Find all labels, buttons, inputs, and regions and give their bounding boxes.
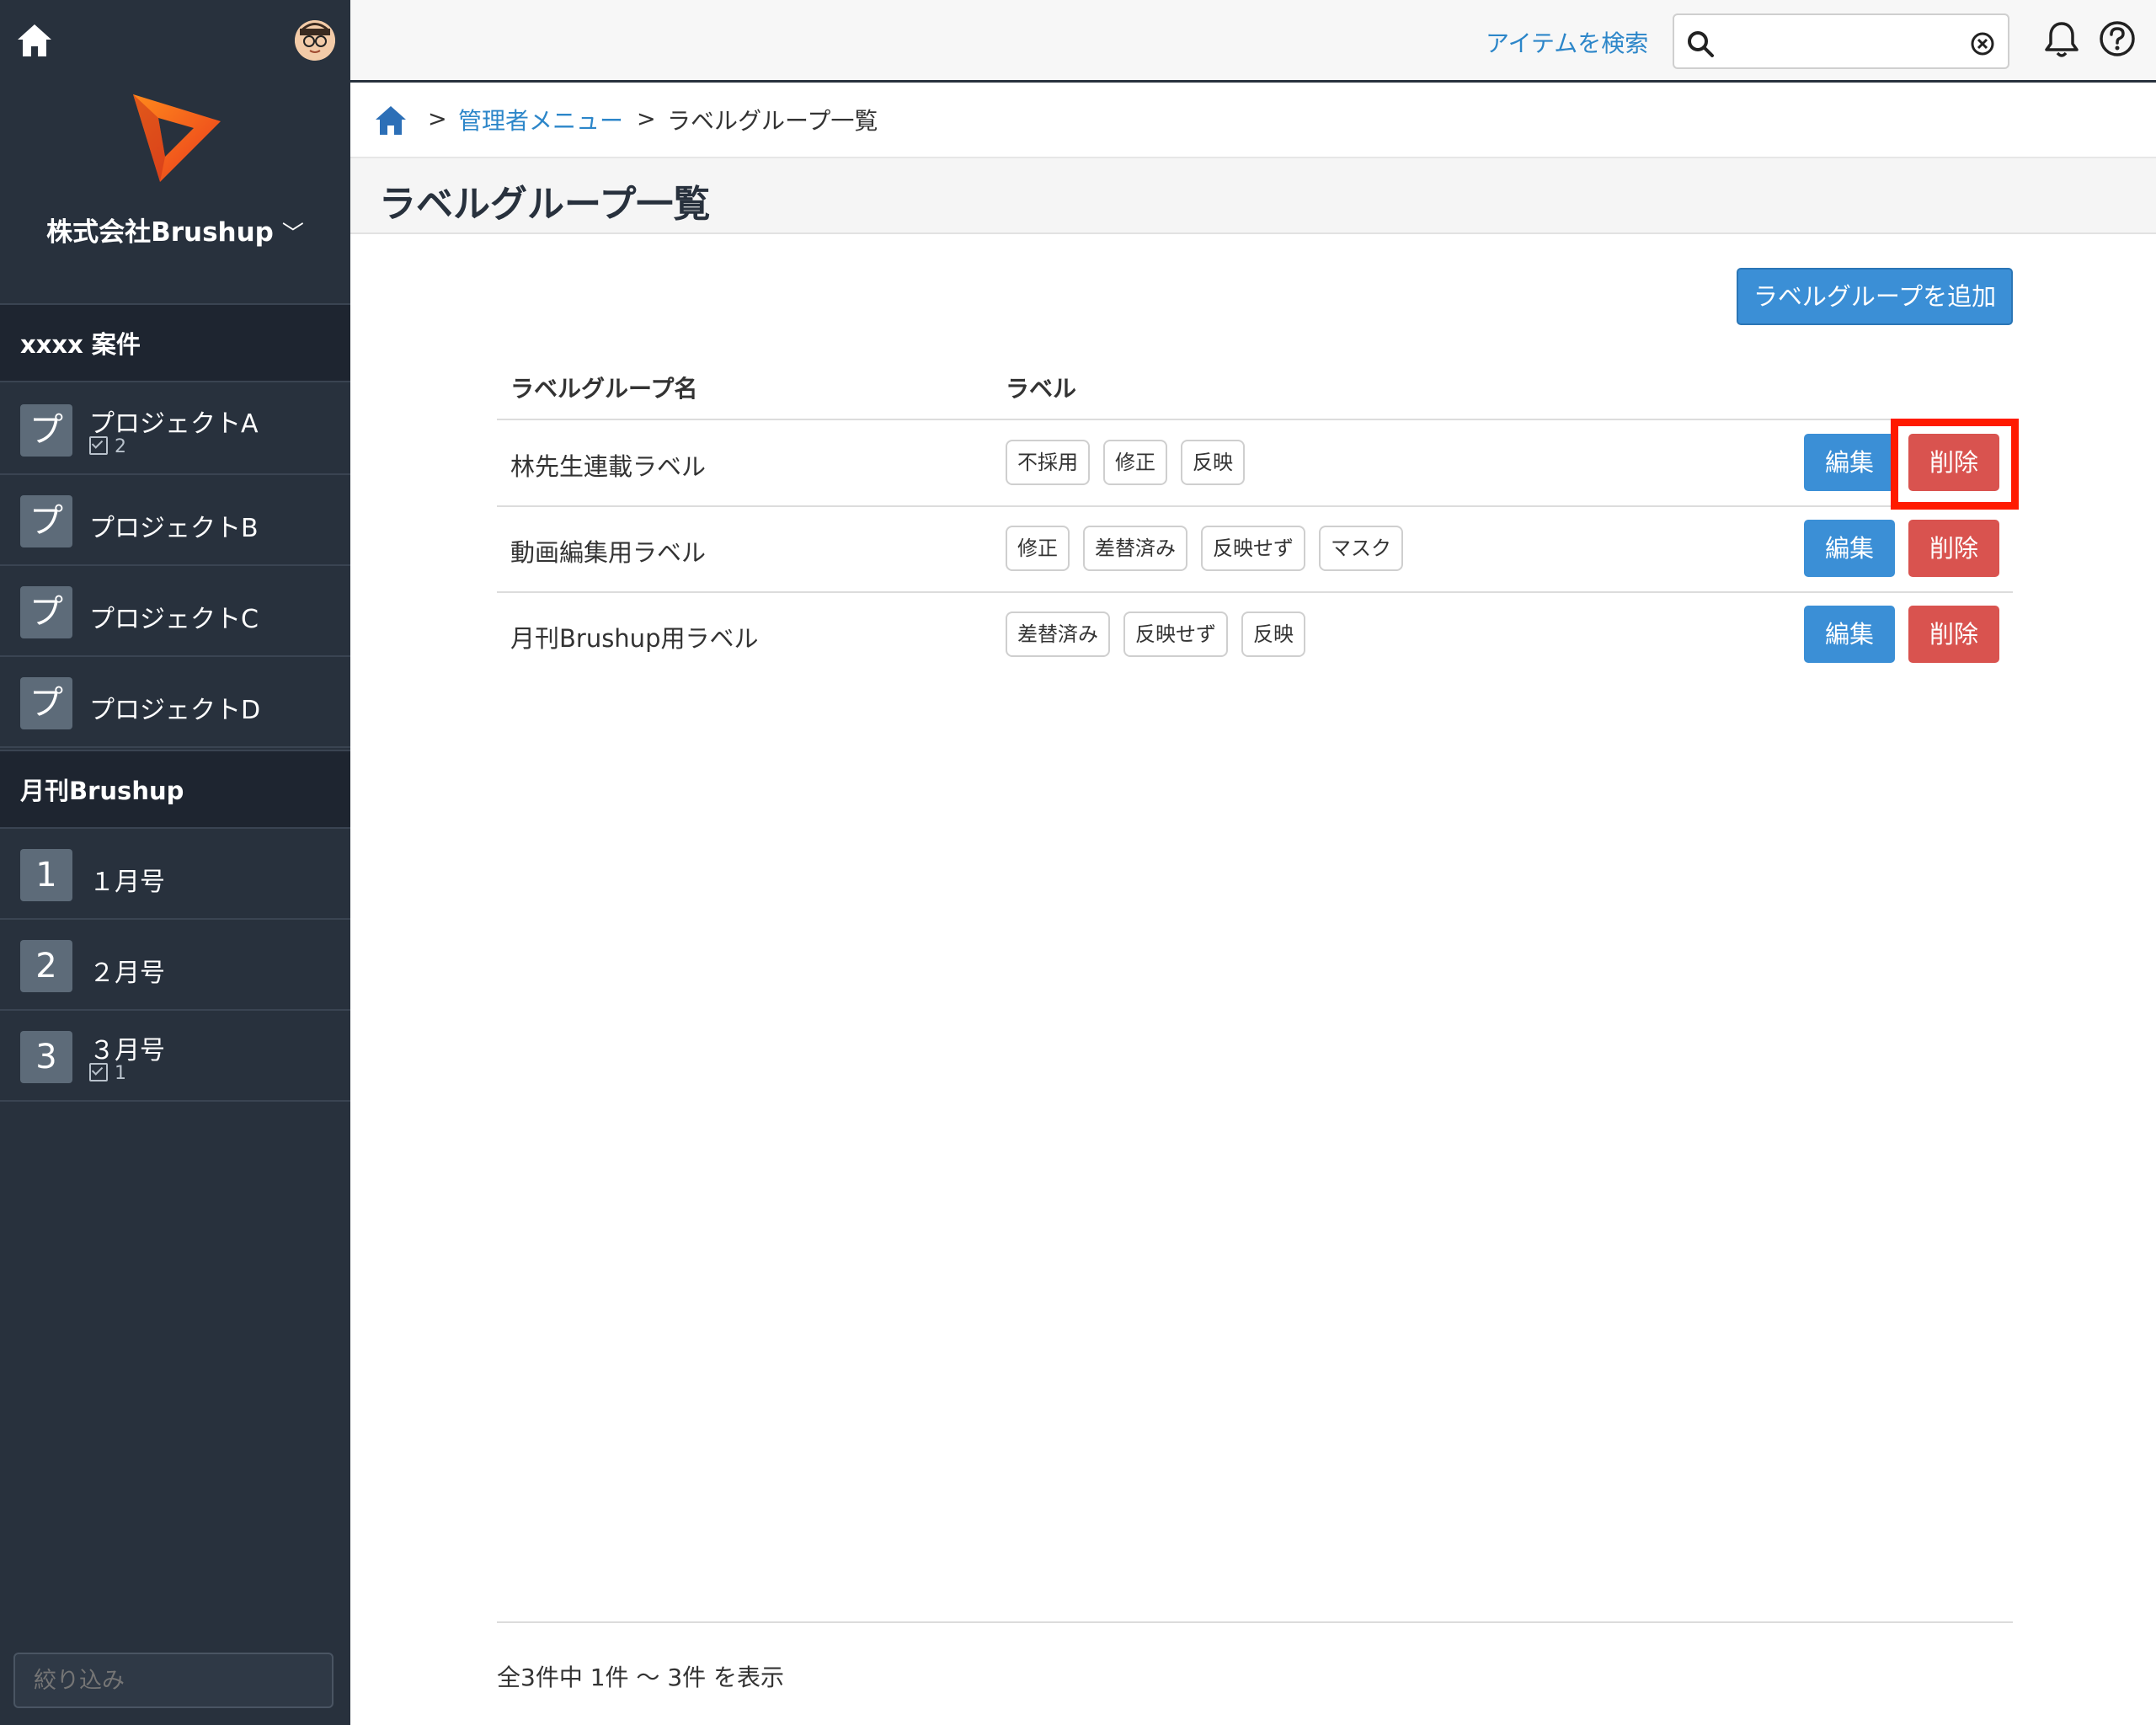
divider xyxy=(497,419,2013,420)
breadcrumb: > 管理者メニュー > ラベルグループ一覧 xyxy=(350,83,2156,158)
sidebar-item-label: プロジェクトC xyxy=(89,605,259,634)
sidebar: 株式会社Brushup ﹀ xxxx 案件 プ プロジェクトA 2 プ プロジェク… xyxy=(0,0,350,1725)
sidebar-item-project-a[interactable]: プ プロジェクトA 2 xyxy=(0,386,350,475)
sidebar-filter-input[interactable] xyxy=(13,1653,334,1708)
task-count: 1 xyxy=(89,1063,126,1084)
task-count: 2 xyxy=(89,436,126,457)
item-search-link[interactable]: アイテムを検索 xyxy=(1486,25,1648,59)
checkbox-icon xyxy=(89,436,108,455)
checkbox-icon xyxy=(89,1063,108,1081)
sidebar-item-label: ３月号 xyxy=(89,1036,165,1065)
label-tag: 反映せず xyxy=(1123,611,1228,657)
sidebar-group-title: 月刊Brushup xyxy=(0,750,350,829)
home-icon[interactable] xyxy=(374,104,408,136)
sidebar-item-label: プロジェクトA xyxy=(89,409,259,439)
project-icon: プ xyxy=(20,586,72,638)
page-title-bar: ラベルグループ一覧 xyxy=(350,158,2156,234)
label-group-name: 月刊Brushup用ラベル xyxy=(510,624,759,653)
help-icon[interactable] xyxy=(2099,20,2136,57)
sidebar-group-title: xxxx 案件 xyxy=(0,303,350,382)
sidebar-item-january[interactable]: 1 １月号 xyxy=(0,830,350,920)
sidebar-item-march[interactable]: 3 ３月号 1 xyxy=(0,1012,350,1102)
company-switcher[interactable]: 株式会社Brushup ﹀ xyxy=(0,211,350,248)
sidebar-item-label: １月号 xyxy=(89,868,165,897)
label-tag: マスク xyxy=(1319,526,1403,571)
divider xyxy=(497,505,2013,507)
delete-button[interactable]: 削除 xyxy=(1908,520,1999,577)
add-label-group-button[interactable]: ラベルグループを追加 xyxy=(1737,268,2013,325)
edit-button[interactable]: 編集 xyxy=(1804,606,1895,663)
project-icon: プ xyxy=(20,677,72,729)
top-bar: アイテムを検索 xyxy=(350,0,2156,83)
label-tag: 反映 xyxy=(1181,440,1245,485)
project-icon: プ xyxy=(20,495,72,547)
breadcrumb-separator: > xyxy=(637,106,656,132)
sidebar-item-project-b[interactable]: プ プロジェクトB xyxy=(0,477,350,566)
sidebar-item-label: プロジェクトD xyxy=(89,696,261,725)
sidebar-item-label: プロジェクトB xyxy=(89,514,259,543)
edit-button[interactable]: 編集 xyxy=(1804,520,1895,577)
divider xyxy=(497,591,2013,593)
label-tag: 不採用 xyxy=(1006,440,1090,485)
brushup-logo xyxy=(133,94,221,182)
user-avatar[interactable] xyxy=(295,20,335,61)
sidebar-item-project-d[interactable]: プ プロジェクトD xyxy=(0,659,350,748)
sidebar-item-label: ２月号 xyxy=(89,959,165,988)
delete-button[interactable]: 削除 xyxy=(1908,606,1999,663)
sidebar-item-february[interactable]: 2 ２月号 xyxy=(0,921,350,1011)
label-tag: 差替済み xyxy=(1083,526,1187,571)
label-tag: 修正 xyxy=(1103,440,1167,485)
column-header-labels: ラベル xyxy=(1006,375,1077,403)
issue-icon: 1 xyxy=(20,849,72,901)
breadcrumb-admin-menu-link[interactable]: 管理者メニュー xyxy=(458,103,623,136)
pagination-summary: 全3件中 1件 〜 3件 を表示 xyxy=(497,1664,785,1691)
label-tag: 反映せず xyxy=(1201,526,1305,571)
page-title: ラベルグループ一覧 xyxy=(379,183,711,226)
sidebar-item-project-c[interactable]: プ プロジェクトC xyxy=(0,568,350,657)
search-input[interactable] xyxy=(1673,13,2009,69)
column-header-name: ラベルグループ名 xyxy=(510,375,698,403)
search-icon xyxy=(1688,31,1714,57)
company-name: 株式会社Brushup xyxy=(46,217,274,248)
highlight-box xyxy=(1891,419,2019,510)
project-icon: プ xyxy=(20,404,72,457)
bell-icon[interactable] xyxy=(2043,20,2080,59)
breadcrumb-current: ラベルグループ一覧 xyxy=(667,107,878,135)
home-icon[interactable] xyxy=(15,22,54,59)
issue-icon: 2 xyxy=(20,940,72,992)
breadcrumb-separator: > xyxy=(428,106,447,132)
chevron-down-icon: ﹀ xyxy=(281,222,304,247)
label-tag: 差替済み xyxy=(1006,611,1110,657)
label-group-name: 動画編集用ラベル xyxy=(510,538,707,567)
label-tag: 修正 xyxy=(1006,526,1070,571)
label-group-name: 林先生連載ラベル xyxy=(510,452,707,481)
edit-button[interactable]: 編集 xyxy=(1804,434,1895,491)
divider xyxy=(497,1621,2013,1623)
issue-icon: 3 xyxy=(20,1031,72,1083)
label-tag: 反映 xyxy=(1241,611,1305,657)
clear-icon[interactable] xyxy=(1971,32,1994,56)
